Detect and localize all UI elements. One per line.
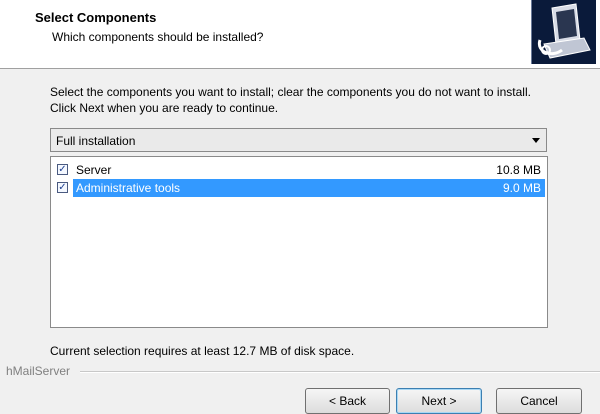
- divider: [80, 371, 600, 373]
- chevron-down-icon[interactable]: [532, 138, 540, 143]
- component-list[interactable]: ✓ Server 10.8 MB ✓ Administrative tools …: [50, 156, 548, 328]
- component-item-administrative-tools[interactable]: ✓ Administrative tools 9.0 MB: [55, 179, 545, 197]
- setup-type-selected: Full installation: [56, 134, 136, 148]
- back-button[interactable]: < Back: [305, 388, 390, 414]
- component-item-server[interactable]: ✓ Server 10.8 MB: [55, 161, 545, 179]
- brand-label: hMailServer: [6, 364, 71, 378]
- setup-type-dropdown[interactable]: Full installation: [50, 128, 547, 152]
- disk-space-text: Current selection requires at least 12.7…: [50, 344, 355, 358]
- wizard-header: Select Components Which components shoul…: [0, 0, 600, 69]
- page-title: Select Components: [35, 10, 157, 25]
- cancel-button[interactable]: Cancel: [496, 388, 582, 414]
- installer-computer-icon: [531, 0, 596, 64]
- component-size: 9.0 MB: [502, 181, 541, 195]
- component-size: 10.8 MB: [496, 163, 541, 177]
- server-checkbox[interactable]: ✓: [57, 164, 68, 175]
- intro-text: Select the components you want to instal…: [50, 85, 531, 115]
- component-name: Administrative tools: [76, 181, 181, 195]
- administrative-tools-checkbox[interactable]: ✓: [57, 182, 68, 193]
- next-button[interactable]: Next >: [396, 388, 482, 414]
- component-name: Server: [76, 163, 112, 177]
- page-subtitle: Which components should be installed?: [52, 30, 264, 44]
